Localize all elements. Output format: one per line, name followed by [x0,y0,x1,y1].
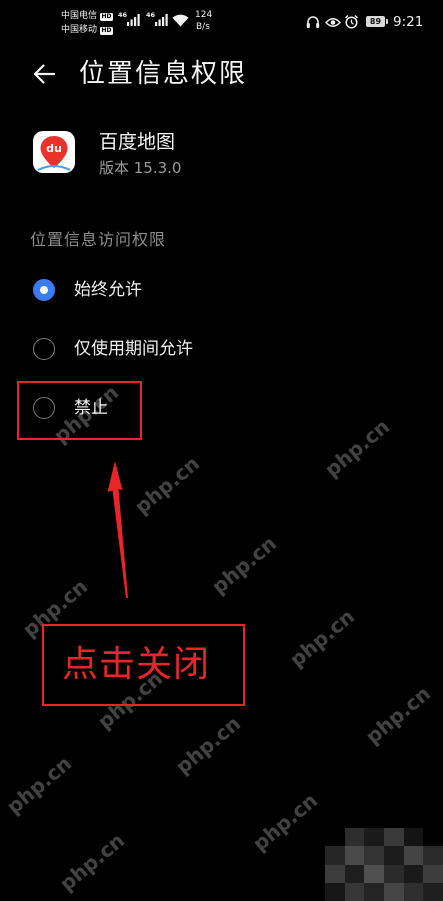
mosaic-cell [364,864,384,883]
carrier-2-name: 中国移动 [61,25,98,35]
mosaic-cell [383,882,404,901]
option-deny[interactable]: 禁止 [0,380,443,436]
app-logo-text: du [46,142,62,155]
mosaic-cell [423,828,443,847]
option-label: 仅使用期间允许 [74,339,193,359]
mosaic-cell [344,846,365,865]
mosaic-cell [383,828,404,847]
signal-2-network-label: 46 [146,11,156,19]
watermark: php.cn [360,681,436,749]
mosaic-cell [344,882,365,901]
battery-icon: 89 [366,16,385,27]
signal-bars-icon [155,14,168,26]
annotation-callout-text: 点击关闭 [62,644,211,685]
baidu-map-app-icon: du [33,131,75,173]
app-version: 版本 15.3.0 [99,159,182,177]
mosaic-cell [423,864,443,883]
carrier-1: 中国电信 HD [61,10,114,23]
option-always-allow[interactable]: 始终允许 [0,262,443,318]
carrier-1-hd-badge: HD [100,12,114,21]
wifi-icon [172,14,189,27]
signal-1-network-label: 46 [118,11,128,19]
mosaic-cell [325,882,345,901]
app-name: 百度地图 [99,131,176,153]
watermark: php.cn [17,574,93,642]
mosaic-cell [403,828,424,847]
signal-bars-icon [127,14,140,26]
status-bar: 中国电信 HD 中国移动 HD 46 46 124 B/s 89 9:21 [0,0,443,40]
mosaic-cell [423,846,443,865]
mosaic-cell [344,864,365,883]
radio-button[interactable] [33,397,55,419]
mosaic-cell [423,882,443,901]
watermark: php.cn [129,451,205,519]
option-allow-while-using[interactable]: 仅使用期间允许 [0,321,443,377]
mosaic-cell [325,846,345,865]
page-title: 位置信息权限 [79,59,248,89]
eye-icon [325,17,341,28]
watermark: php.cn [1,751,77,819]
watermark: php.cn [92,666,168,734]
mosaic-cell [364,846,384,865]
section-label: 位置信息访问权限 [30,230,167,249]
watermark: php.cn [206,531,282,599]
annotation-arrow-icon [100,455,140,605]
carrier-1-name: 中国电信 [61,11,98,21]
network-speed-unit: B/s [196,22,210,32]
carrier-2: 中国移动 HD [61,24,114,37]
mosaic-cell [325,864,345,883]
mosaic-cell [403,864,424,883]
network-speed-value: 124 [195,10,213,20]
mosaic-cell [403,882,424,901]
watermark: php.cn [247,788,323,856]
watermark: php.cn [54,828,130,896]
mosaic-cell [364,828,384,847]
location-permission-screen: 中国电信 HD 中国移动 HD 46 46 124 B/s 89 9:21 位置… [0,0,443,901]
mosaic-cell [325,828,345,847]
option-label: 始终允许 [74,280,142,300]
annotation-callout-box: 点击关闭 [42,624,245,706]
watermark: php.cn [170,711,246,779]
radio-button[interactable] [33,279,55,301]
mosaic-cell [364,882,384,901]
alarm-icon [344,14,359,29]
mosaic-cell [383,864,404,883]
mosaic-cell [344,828,365,847]
mosaic-cell [383,846,404,865]
clock-time: 9:21 [393,14,424,30]
watermark: php.cn [284,604,360,672]
mosaic-cell [403,846,424,865]
back-arrow-icon[interactable] [32,63,56,85]
carrier-2-hd-badge: HD [100,26,114,35]
back-button[interactable] [26,56,62,92]
option-label: 禁止 [74,398,108,418]
radio-button[interactable] [33,338,55,360]
battery-terminal [386,19,388,24]
pixelated-mosaic [325,828,443,901]
headphones-icon [306,15,320,29]
